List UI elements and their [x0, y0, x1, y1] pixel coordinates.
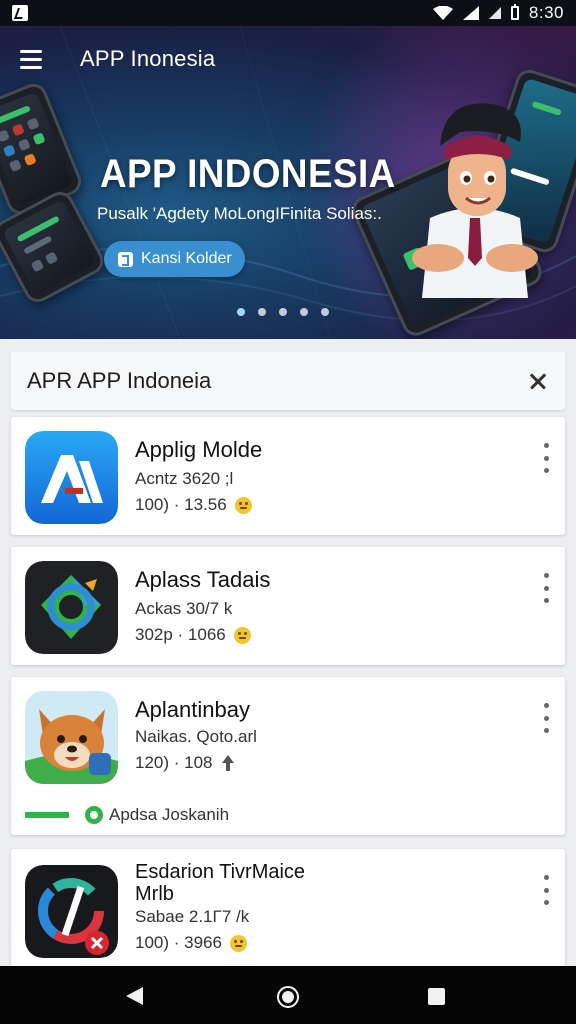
- carousel-dot[interactable]: [321, 308, 329, 316]
- hero-subtitle: Pusalk 'Agdety MoLongIFinita Solias:.: [97, 204, 382, 223]
- more-options-button[interactable]: [541, 703, 551, 733]
- more-options-button[interactable]: [541, 443, 551, 473]
- app-stats: 302p · 1066: [135, 625, 251, 645]
- emoji-icon: [233, 626, 251, 644]
- close-icon[interactable]: [523, 366, 553, 396]
- app-card[interactable]: Aplantinbay Naikas. Qoto.arl 120) · 108 …: [11, 677, 565, 835]
- app-name-line2: Mrlb: [135, 883, 174, 905]
- emoji-icon: [229, 934, 247, 952]
- navigation-bar: [0, 966, 576, 1024]
- app-name: Aplantinbay: [135, 697, 250, 722]
- app-meta: Naikas. Qoto.arl: [135, 727, 257, 746]
- app-logo-swirl-icon: [25, 865, 118, 958]
- app-card[interactable]: Esdarion TivrMaice Mrlb Sabae 2.1Γ7 /k 1…: [11, 849, 565, 966]
- app-card[interactable]: Aplass Tadais Ackas 30/7 k 302p · 1066: [11, 547, 565, 665]
- hero-cta-button[interactable]: Kansi Kolder: [104, 241, 245, 277]
- app-action-label: Apdsa Joskanih: [109, 805, 230, 824]
- more-options-button[interactable]: [541, 875, 551, 905]
- menu-icon-line: [20, 65, 42, 69]
- app-name: Esdarion TivrMaice: [135, 861, 306, 883]
- more-options-button[interactable]: [541, 573, 551, 603]
- menu-icon-line: [20, 57, 42, 61]
- app-logo-dog-icon: [25, 691, 118, 784]
- back-icon[interactable]: [126, 987, 143, 1005]
- list-title: APR APP Indoneia: [27, 368, 212, 393]
- app-meta: Ackas 30/7 k: [135, 599, 233, 618]
- carousel-dot[interactable]: [237, 308, 245, 316]
- carousel-dot[interactable]: [279, 308, 287, 316]
- character-illustration: [412, 103, 538, 298]
- carousel-dot[interactable]: [258, 308, 266, 316]
- app-stats-text: 100) · 3966: [135, 933, 222, 952]
- app-action-row[interactable]: Apdsa Joskanih: [25, 805, 229, 825]
- home-icon[interactable]: [277, 986, 299, 1008]
- emoji-icon: [234, 496, 252, 514]
- app-logo-ring-icon: [25, 561, 118, 654]
- carousel-indicator[interactable]: [237, 308, 329, 316]
- folder-icon: [118, 251, 133, 267]
- app-name: Aplass Tadais: [135, 567, 271, 592]
- app-stats-text: 302p · 1066: [135, 625, 226, 644]
- app-notification-icon: [12, 5, 28, 21]
- arrow-up-icon: [221, 755, 235, 771]
- hero-banner[interactable]: APP Inonesia APP INDONESIA Pusalk 'Agdet…: [0, 26, 576, 339]
- chat-icon: [85, 806, 103, 824]
- signal-icon-2: [488, 7, 501, 19]
- app-name: Applig Molde: [135, 437, 263, 462]
- app-logo-a-icon: [25, 431, 118, 524]
- status-time: 8:30: [528, 3, 564, 22]
- carousel-dot[interactable]: [300, 308, 308, 316]
- toolbar-title: APP Inonesia: [80, 46, 216, 71]
- recents-icon[interactable]: [428, 988, 445, 1005]
- list-header: APR APP Indoneia: [11, 352, 565, 410]
- menu-icon-line: [20, 49, 42, 53]
- app-card[interactable]: Applig Molde Acntz 3620 ;l 100) · 13.56: [11, 417, 565, 535]
- app-stats: 100) · 3966: [135, 933, 247, 953]
- app-meta: Acntz 3620 ;l: [135, 469, 234, 488]
- app-stats: 100) · 13.56: [135, 495, 252, 515]
- signal-icon: [462, 6, 479, 20]
- app-stats: 120) · 108: [135, 753, 235, 773]
- app-stats-text: 120) · 108: [135, 753, 213, 772]
- progress-bar: [25, 812, 69, 818]
- battery-icon: [510, 4, 519, 20]
- menu-button[interactable]: [14, 44, 48, 74]
- hero-title: APP INDONESIA: [100, 152, 396, 196]
- status-bar: 8:30: [0, 0, 576, 26]
- app-stats-text: 100) · 13.56: [135, 495, 227, 514]
- hero-cta-label: Kansi Kolder: [141, 250, 232, 267]
- app-meta: Sabae 2.1Γ7 /k: [135, 907, 250, 926]
- wifi-icon: [432, 6, 453, 20]
